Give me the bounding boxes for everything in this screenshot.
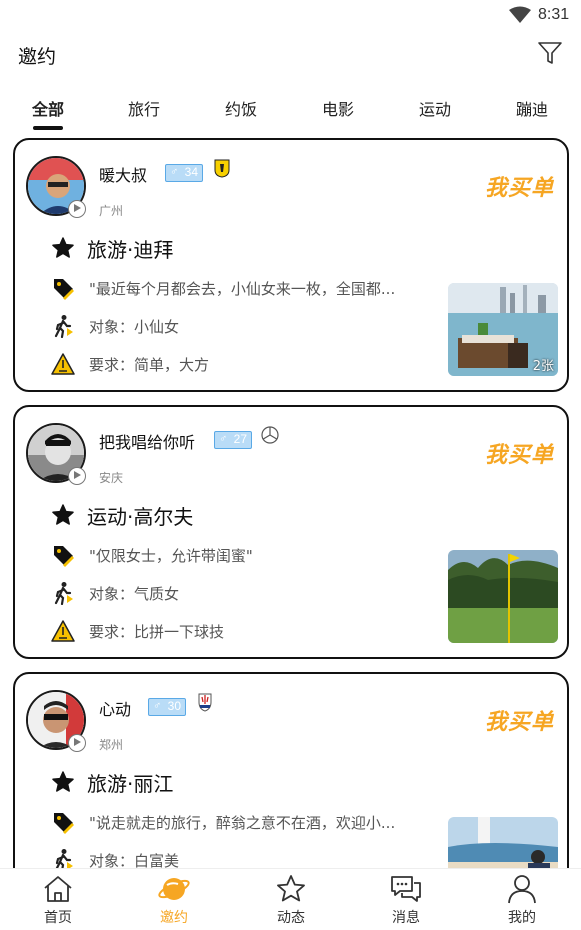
invitation-photo[interactable] (448, 817, 558, 868)
target-text: 对象：白富美 (89, 852, 180, 868)
invitation-feed[interactable]: 暖大叔 34 广州 我买单 旅游·迪拜 "最近每个月都会去，小仙女来一枚，全国都… (0, 138, 581, 868)
ferrari-icon (214, 159, 230, 178)
maserati-icon (198, 693, 212, 712)
nav-messages-label: 消息 (392, 910, 420, 926)
activity-title: 旅游·丽江 (87, 772, 174, 796)
user-name[interactable]: 把我唱给你听 (99, 429, 195, 453)
tag-icon (54, 813, 74, 834)
star-icon (277, 875, 305, 902)
star-icon (52, 771, 74, 792)
walking-person-icon (55, 849, 73, 868)
nav-messages[interactable]: 消息 (366, 869, 446, 930)
header: 邀约 (0, 30, 581, 80)
nav-moments[interactable]: 动态 (251, 869, 331, 930)
invitation-card[interactable]: 暖大叔 34 广州 我买单 旅游·迪拜 "最近每个月都会去，小仙女来一枚，全国都… (13, 138, 569, 392)
invitation-quote: "说走就走的旅行，醉翁之意不在酒，欢迎小... (89, 814, 396, 832)
tag-icon (54, 546, 74, 567)
clock: 8:31 (538, 6, 570, 23)
tab-clubbing[interactable]: 蹦迪 (502, 96, 562, 120)
i-pay-label: 我买单 (485, 710, 555, 735)
nav-me-label: 我的 (508, 910, 536, 926)
page-title: 邀约 (18, 46, 57, 68)
invitation-quote: "最近每个月都会去，小仙女来一枚，全国都... (89, 280, 396, 298)
voice-play-icon[interactable] (68, 467, 86, 485)
bottom-nav: 首页 邀约 动态 消息 我的 (0, 868, 581, 930)
walking-person-icon (54, 582, 73, 605)
tab-sports[interactable]: 运动 (405, 96, 465, 120)
tab-travel[interactable]: 旅行 (114, 96, 174, 120)
age-badge: 34 (165, 164, 203, 182)
tab-movie[interactable]: 电影 (308, 96, 368, 120)
filter-icon[interactable] (537, 40, 563, 66)
wifi-icon (509, 6, 531, 23)
voice-play-icon[interactable] (68, 734, 86, 752)
tab-indicator (33, 126, 63, 130)
walking-person-icon (54, 315, 73, 338)
voice-play-icon[interactable] (68, 200, 86, 218)
tab-dining[interactable]: 约饭 (211, 96, 271, 120)
user-city: 安庆 (99, 471, 124, 485)
requirement-text: 要求：简单，大方 (89, 356, 210, 374)
nav-moments-label: 动态 (277, 910, 305, 926)
invitation-photo[interactable]: 2张 (448, 283, 558, 376)
invitation-quote: "仅限女士，允许带闺蜜" (89, 547, 253, 565)
invitation-card[interactable]: 把我唱给你听 27 安庆 我买单 运动·高尔夫 "仅限女士，允许带闺蜜" 对象：… (13, 405, 569, 659)
age-badge: 30 (148, 698, 186, 716)
mercedes-icon (261, 426, 279, 444)
activity-title: 运动·高尔夫 (87, 505, 194, 529)
requirement-text: 要求：比拼一下球技 (89, 623, 225, 641)
user-name[interactable]: 暖大叔 (99, 162, 147, 186)
target-text: 对象：小仙女 (89, 318, 180, 336)
target-text: 对象：气质女 (89, 585, 180, 603)
planet-icon (158, 878, 190, 900)
nav-invite-label: 邀约 (160, 910, 188, 926)
invitation-card[interactable]: 心动 30 郑州 我买单 旅游·丽江 "说走就走的旅行，醉翁之意不在酒，欢迎小.… (13, 672, 569, 868)
nav-invite[interactable]: 邀约 (134, 869, 214, 930)
warning-triangle-icon (51, 620, 75, 642)
nav-me[interactable]: 我的 (482, 869, 562, 930)
person-icon (508, 875, 536, 904)
i-pay-label: 我买单 (485, 443, 555, 468)
nav-home[interactable]: 首页 (18, 869, 98, 930)
home-icon (44, 876, 72, 902)
photo-count: 2张 (532, 359, 554, 374)
user-city: 广州 (99, 204, 124, 218)
category-tabs: 全部 旅行 约饭 电影 运动 蹦迪 (0, 92, 581, 132)
status-bar: 8:31 (0, 0, 581, 30)
user-city: 郑州 (99, 738, 124, 752)
nav-home-label: 首页 (44, 910, 72, 926)
invitation-photo[interactable] (448, 550, 558, 643)
warning-triangle-icon (51, 353, 75, 375)
chat-icon (391, 876, 421, 902)
star-icon (52, 237, 74, 258)
age-badge: 27 (214, 431, 252, 449)
star-icon (52, 504, 74, 525)
activity-title: 旅游·迪拜 (87, 238, 174, 262)
tag-icon (54, 279, 74, 300)
user-name[interactable]: 心动 (99, 696, 131, 720)
i-pay-label: 我买单 (485, 176, 555, 201)
tab-all[interactable]: 全部 (18, 96, 78, 120)
